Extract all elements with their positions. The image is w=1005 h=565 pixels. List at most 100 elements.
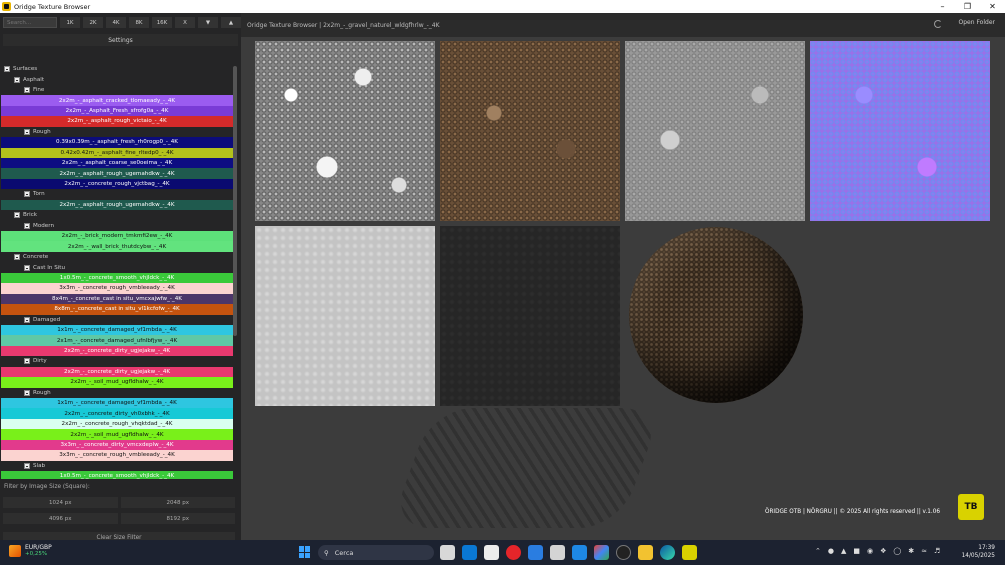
collapse-toggle-icon[interactable]	[24, 264, 30, 271]
collapse-toggle-icon[interactable]	[14, 76, 20, 83]
steam-icon[interactable]: ◉	[867, 547, 873, 555]
texture-item[interactable]: 3x3m_-_concrete_rough_vmbleeady_-_4K	[1, 450, 233, 461]
collapse-toggle-icon[interactable]	[24, 87, 30, 94]
bluetooth-icon[interactable]: ✱	[908, 547, 914, 555]
tree-folder[interactable]: Torn	[1, 189, 233, 199]
app-tray-icon-1[interactable]: ●	[828, 547, 834, 555]
filter-2048-button[interactable]: 2048 px	[120, 497, 235, 508]
collapse-toggle-icon[interactable]	[14, 254, 20, 261]
size-button-2k[interactable]: 2K	[83, 17, 103, 28]
task-view-icon[interactable]	[440, 545, 455, 560]
collapse-toggle-icon[interactable]	[24, 316, 30, 323]
texture-item[interactable]: 2x1m_-_concrete_damaged_ufnlbfjyw_-_4K	[1, 335, 233, 346]
search-input[interactable]	[3, 17, 57, 28]
app-tray-icon-2[interactable]: ▲	[841, 547, 846, 555]
albedo-map-preview[interactable]	[440, 41, 620, 221]
collapse-toggle-icon[interactable]	[24, 389, 30, 396]
tree-folder[interactable]: Modern	[1, 221, 233, 231]
app-tray-icon-3[interactable]: ■	[853, 547, 860, 555]
copilot-icon[interactable]	[594, 545, 609, 560]
volume-icon[interactable]: ♬	[934, 547, 940, 555]
windows-start-icon[interactable]	[299, 546, 311, 558]
metallic-map-preview[interactable]	[440, 226, 620, 406]
texture-item[interactable]: 8x4m_-_concrete_cast in situ_vmcxajwfw_-…	[1, 293, 233, 305]
texture-item[interactable]: 2x2m_-_concrete_dirty_ugjejakw_-_4K	[1, 366, 233, 378]
roughness-map-preview[interactable]	[255, 226, 435, 406]
texture-item[interactable]: 2x2m_-_asphalt_cracked_tlomaeady_-_4K	[1, 95, 233, 106]
store-icon[interactable]	[484, 545, 499, 560]
ao-map-preview[interactable]	[625, 41, 805, 221]
texture-item[interactable]: 2x2m_-_soil_mud_ugfldhalw_-_4K	[1, 429, 233, 440]
texture-item[interactable]: 1x0.5m_-_concrete_smooth_vhjldck_-_4K	[1, 272, 233, 284]
mail-icon[interactable]	[572, 545, 587, 560]
tree-folder[interactable]: Dirty	[1, 356, 233, 366]
material-sphere-preview[interactable]	[629, 227, 803, 403]
texture-item[interactable]: 3x3m_-_concrete_dirty_vmcxdeplw_-_4K	[1, 439, 233, 451]
texture-item[interactable]: 0.42x0.42m_-_asphalt_fine_rltedp0_-_4K	[1, 147, 233, 158]
texture-item[interactable]: 2x2m_-_wall_brick_thutdcybw_-_4K	[1, 241, 233, 252]
texture-item[interactable]: 2x2m_-_asphalt_rough_ugemahdkw_-_4K	[1, 199, 233, 211]
tree-folder[interactable]: Brick	[1, 210, 233, 220]
sort-up-icon[interactable]: ▲	[221, 17, 241, 28]
texture-item[interactable]: 0.39x0.39m_-_asphalt_fresh_rh0rogp0_-_4K	[1, 137, 233, 148]
file-explorer-icon[interactable]	[638, 545, 653, 560]
texture-item[interactable]: 2x2m_-_asphalt_coarse_se0oeima_-_4K	[1, 157, 233, 169]
tree-folder[interactable]: Surfaces	[1, 64, 233, 74]
filter-1024-button[interactable]: 1024 px	[3, 497, 118, 508]
texture-item[interactable]: 8x8m_-_concrete_cast in situ_vl1kcfofw_-…	[1, 304, 233, 315]
close-button[interactable]: ✕	[980, 0, 1005, 13]
collapse-toggle-icon[interactable]	[14, 212, 20, 219]
collapse-toggle-icon[interactable]	[24, 462, 30, 469]
texture-item[interactable]: 1x1m_-_concrete_damaged_vf1mbda_-_4K	[1, 324, 233, 336]
texture-item[interactable]: 2x2m_-_concrete_rough_vhqktdad_-_4K	[1, 418, 233, 430]
texture-item[interactable]: 2x2m_-_soil_mud_ugfldhalw_-_4K	[1, 377, 233, 388]
refresh-icon[interactable]	[934, 20, 942, 28]
tree-folder[interactable]: Rough	[1, 388, 233, 398]
wifi-icon[interactable]: ≈	[921, 547, 927, 555]
edge-icon[interactable]	[660, 545, 675, 560]
tree-folder[interactable]: Cast In Situ	[1, 262, 233, 272]
terminal-icon[interactable]	[616, 545, 631, 560]
texture-item[interactable]: 1x1m_-_concrete_damaged_vf1mbda_-_4K	[1, 398, 233, 409]
size-button-16k[interactable]: 16K	[152, 17, 172, 28]
collapse-toggle-icon[interactable]	[24, 128, 30, 135]
taskbar-search[interactable]: ⚲ Cerca	[318, 545, 434, 560]
texture-item[interactable]: 2x2m_-_concrete_rough_vjctbag_-_4K	[1, 178, 233, 190]
texture-item[interactable]: 2x2m_-_Asphalt_Fresh_sfrofg0a_-_4K	[1, 105, 233, 117]
texture-item[interactable]: 2x2m_-_asphalt_rough_victaio_-_4K	[1, 116, 233, 127]
texture-item[interactable]: 2x2m_-_concrete_dirty_ugjejakw_-_4K	[1, 345, 233, 357]
settings-button[interactable]: Settings	[3, 34, 238, 46]
minimize-button[interactable]: –	[930, 0, 955, 13]
tree-folder[interactable]: Asphalt	[1, 74, 233, 84]
texture-item[interactable]: 2x2m_-_concrete_dirty_vh0xbhk_-_4K	[1, 408, 233, 419]
open-folder-button[interactable]: Open Folder	[959, 19, 995, 26]
media-icon[interactable]	[506, 545, 521, 560]
normal-map-preview[interactable]	[810, 41, 990, 221]
tree-folder[interactable]: Slab	[1, 461, 233, 471]
tree-folder[interactable]: Rough	[1, 127, 233, 137]
filter-4096-button[interactable]: 4096 px	[3, 513, 118, 524]
texture-item[interactable]: 2x2m_-_asphalt_rough_ugemahdkw_-_4K	[1, 168, 233, 179]
collapse-toggle-icon[interactable]	[24, 222, 30, 229]
maximize-button[interactable]: ❐	[955, 0, 980, 13]
height-map-preview[interactable]	[255, 41, 435, 221]
app-tray-icon-5[interactable]: ◯	[893, 547, 901, 555]
collapse-toggle-icon[interactable]	[24, 191, 30, 198]
tree-folder[interactable]: Concrete	[1, 252, 233, 262]
texture-browser-taskbar-icon[interactable]	[682, 545, 697, 560]
tree-folder[interactable]: Fine	[1, 85, 233, 95]
texture-item[interactable]: 1x0.5m_-_concrete_smooth_vhjldck_-_4K	[1, 471, 233, 479]
document-icon[interactable]	[528, 545, 543, 560]
filter-8192-button[interactable]: 8192 px	[120, 513, 235, 524]
widget-ticker[interactable]: EUR/GBP +0,25%	[9, 544, 52, 557]
calculator-icon[interactable]	[550, 545, 565, 560]
texture-item[interactable]: 3x3m_-_concrete_rough_vmbleeady_-_4K	[1, 283, 233, 294]
size-button-1k[interactable]: 1K	[60, 17, 80, 28]
app-tray-icon-4[interactable]: ❖	[880, 547, 886, 555]
tree-scrollbar[interactable]	[233, 66, 237, 336]
clock[interactable]: 17:39 14/05/2025	[962, 544, 995, 560]
texture-item[interactable]: 2x2m_-_brick_modern_tmkmfi2ew_-_4K	[1, 231, 233, 242]
widgets-icon[interactable]	[462, 545, 477, 560]
chevron-up-icon[interactable]: ⌃	[815, 547, 821, 555]
tree-folder[interactable]: Damaged	[1, 315, 233, 325]
